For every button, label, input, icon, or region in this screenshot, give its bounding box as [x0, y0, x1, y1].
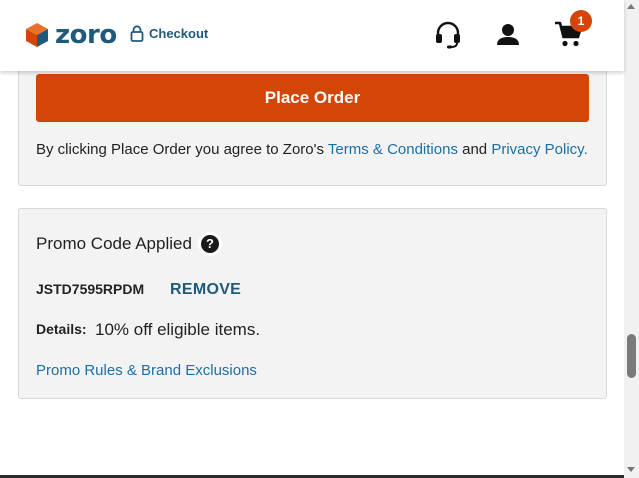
details-value: 10% off eligible items. [95, 320, 261, 339]
scroll-up-arrow-icon[interactable] [627, 4, 635, 9]
scroll-down-arrow-icon[interactable] [627, 467, 635, 472]
zoro-logo[interactable]: zoro [25, 22, 117, 48]
details-label: Details: [36, 321, 87, 337]
promo-title: Promo Code Applied [36, 234, 192, 253]
site-header: zoro Checkout 1 [0, 0, 624, 71]
lock-icon [130, 25, 144, 42]
cart-count-badge: 1 [570, 10, 592, 32]
place-order-button[interactable]: Place Order [36, 74, 589, 122]
promo-code-value: JSTD7595RPDM [36, 281, 145, 297]
scroll-thumb[interactable] [627, 334, 636, 378]
agreement-and: and [457, 141, 492, 158]
help-icon[interactable]: ? [198, 232, 222, 256]
account-icon[interactable] [495, 22, 521, 53]
privacy-link[interactable]: Privacy Policy. [491, 141, 587, 158]
remove-promo-button[interactable]: REMOVE [170, 281, 241, 299]
zoro-cube-icon [26, 23, 48, 47]
terms-link[interactable]: Terms & Conditions [328, 141, 458, 158]
agreement-text: By clicking Place Order you agree to Zor… [36, 141, 588, 158]
agreement-prefix: By clicking Place Order you agree to Zor… [36, 141, 328, 158]
logo-text: zoro [55, 20, 117, 50]
promo-rules-link[interactable]: Promo Rules & Brand Exclusions [36, 362, 257, 379]
checkout-indicator: Checkout [130, 25, 208, 42]
help-glyph: ? [201, 235, 219, 253]
scrollbar[interactable] [624, 0, 639, 478]
headset-icon[interactable] [434, 20, 462, 55]
checkout-label: Checkout [149, 26, 209, 41]
